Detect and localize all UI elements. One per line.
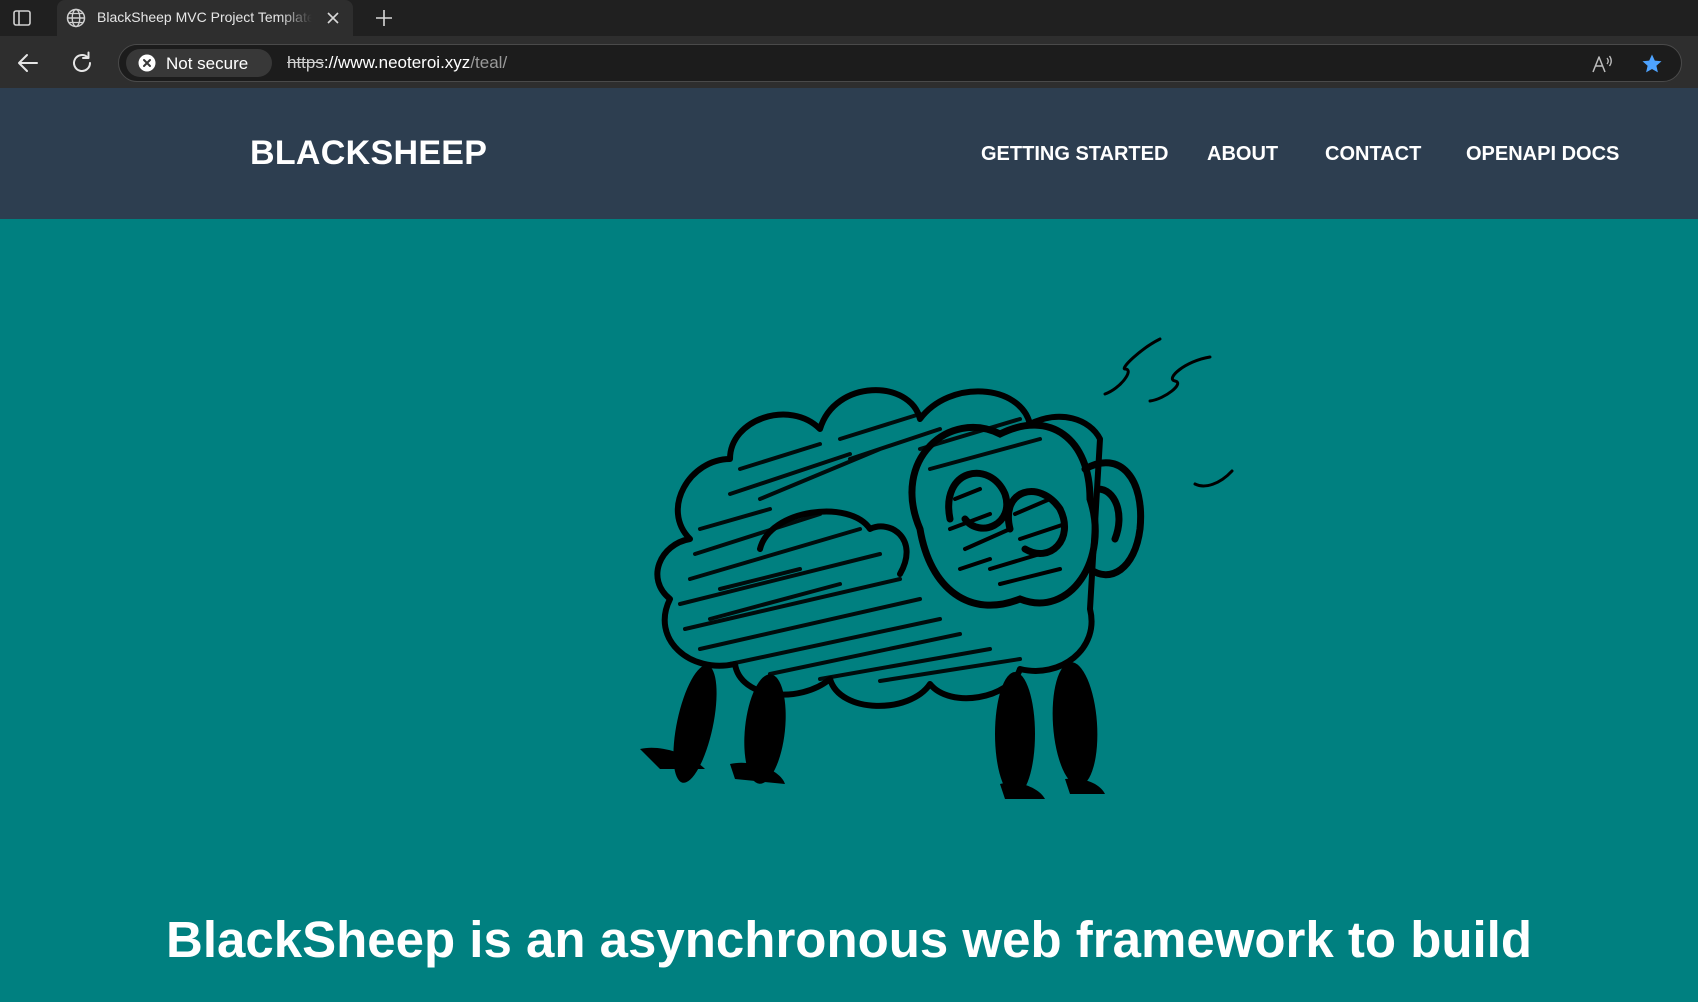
site-header: BLACKSHEEP GETTING STARTED ABOUT CONTACT…	[0, 88, 1698, 219]
reload-icon[interactable]	[68, 49, 96, 77]
tab-title: BlackSheep MVC Project Template	[97, 9, 312, 25]
hero-section: BlackSheep is an asynchronous web framew…	[0, 219, 1698, 1002]
url-text[interactable]: https://www.neoteroi.xyz/teal/	[287, 53, 507, 73]
read-aloud-icon[interactable]	[1591, 54, 1613, 74]
not-secure-icon	[138, 54, 156, 72]
nav-openapi-docs[interactable]: OPENAPI DOCS	[1466, 143, 1619, 166]
favorite-star-icon[interactable]	[1641, 53, 1663, 75]
black-sheep-sketch-icon	[640, 337, 1234, 799]
browser-toolbar: Not secure https://www.neoteroi.xyz/teal…	[0, 36, 1698, 88]
nav-contact[interactable]: CONTACT	[1325, 143, 1421, 166]
browser-tab[interactable]: BlackSheep MVC Project Template	[57, 0, 353, 36]
main-nav: GETTING STARTED ABOUT CONTACT OPENAPI DO…	[0, 143, 1698, 167]
url-path: /teal/	[470, 53, 508, 72]
hero-headline: BlackSheep is an asynchronous web framew…	[165, 911, 1533, 968]
tab-actions-icon[interactable]	[12, 8, 32, 28]
site-info-button[interactable]: Not secure	[126, 49, 272, 77]
nav-getting-started[interactable]: GETTING STARTED	[981, 143, 1168, 166]
address-field[interactable]: Not secure https://www.neoteroi.xyz/teal…	[118, 44, 1682, 82]
url-scheme: https	[287, 53, 324, 72]
globe-icon	[66, 8, 86, 28]
url-host: ://www.neoteroi.xyz	[323, 53, 471, 72]
nav-about[interactable]: ABOUT	[1207, 143, 1278, 166]
security-label: Not secure	[166, 54, 249, 73]
new-tab-icon[interactable]	[372, 6, 396, 30]
back-arrow-icon[interactable]	[14, 49, 42, 77]
close-tab-icon[interactable]	[325, 10, 341, 26]
browser-tab-bar: BlackSheep MVC Project Template	[0, 0, 1698, 36]
